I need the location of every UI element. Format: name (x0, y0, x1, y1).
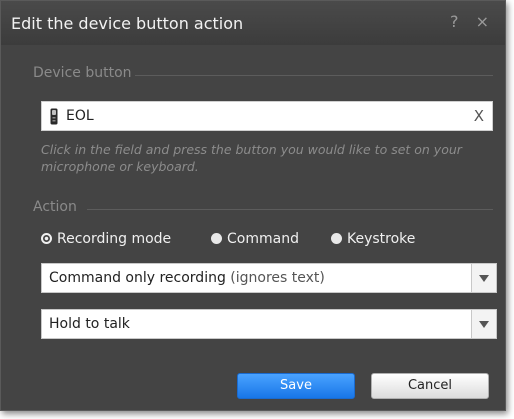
dropdown-button[interactable] (471, 310, 496, 338)
chevron-down-icon (479, 321, 489, 328)
microphone-icon (50, 108, 58, 125)
dialog-title: Edit the device button action (11, 14, 244, 33)
radio-recording-mode[interactable]: Recording mode (41, 231, 171, 247)
clear-field-button[interactable]: X (474, 107, 484, 125)
help-icon[interactable]: ? (450, 12, 465, 31)
save-button[interactable]: Save (237, 373, 355, 399)
device-button-section-label: Device button (33, 65, 132, 81)
device-button-hint: Click in the field and press the button … (41, 142, 462, 174)
dropdown-button[interactable] (471, 264, 496, 292)
radio-label: Recording mode (57, 231, 172, 247)
radio-keystroke[interactable]: Keystroke (331, 231, 415, 247)
select-value: Hold to talk (49, 316, 130, 332)
device-button-value: EOL (66, 108, 94, 124)
recording-mode-select[interactable]: Command only recording (ignores text) (41, 263, 497, 293)
cancel-button[interactable]: Cancel (371, 373, 489, 399)
title-bar: Edit the device button action ? × (1, 1, 505, 45)
radio-label: Command (227, 231, 299, 247)
section-divider (87, 209, 493, 210)
select-value-main: Command only recording (49, 270, 226, 286)
close-icon[interactable]: × (476, 12, 495, 31)
radio-selected-icon (41, 233, 52, 244)
dialog-body: Device button EOL X Click in the field a… (1, 45, 505, 410)
edit-device-button-dialog: Edit the device button action ? × Device… (0, 0, 506, 411)
title-bar-icons: ? × (450, 12, 495, 31)
radio-command[interactable]: Command (211, 231, 299, 247)
section-divider (135, 75, 493, 76)
radio-unselected-icon (211, 233, 222, 244)
radio-unselected-icon (331, 233, 342, 244)
action-section-label: Action (33, 199, 77, 215)
trigger-mode-select[interactable]: Hold to talk (41, 309, 497, 339)
radio-label: Keystroke (347, 231, 416, 247)
select-value-note: (ignores text) (230, 270, 325, 286)
chevron-down-icon (479, 275, 489, 282)
device-button-field[interactable]: EOL X (41, 101, 493, 131)
select-value: Command only recording (ignores text) (49, 270, 325, 286)
